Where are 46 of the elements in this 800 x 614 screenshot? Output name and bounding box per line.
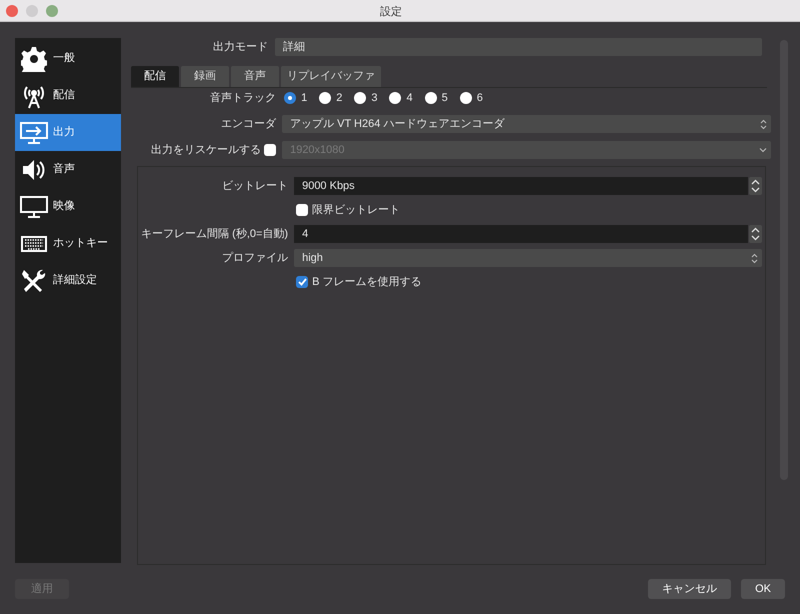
radio-button[interactable]: 3 [354,90,378,106]
encoder-select[interactable]: アップル VT H264 ハードウェアエンコーダ [282,115,772,133]
radio-button[interactable]: 5 [424,90,448,106]
sidebar-item[interactable]: 音声 [15,151,122,188]
sidebar-item[interactable]: 詳細設定 [15,262,122,299]
radio-button[interactable]: 1 [284,90,308,106]
updown-icon [751,252,758,264]
dialog-button[interactable]: OK [741,579,785,599]
checkbox[interactable]: 限界ビットレート [296,202,400,218]
updown-icon [760,118,768,130]
tab[interactable]: 配信 [131,66,180,87]
checkbox[interactable]: B フレームを使用する [296,274,422,290]
sidebar-item[interactable]: 映像 [15,188,122,225]
sidebar-item[interactable]: 一般 [15,40,122,77]
radio-button[interactable]: 4 [389,90,413,106]
stepper-icon [749,177,762,195]
checkmark-icon [298,278,307,286]
monitor-icon [20,194,48,218]
field-label: キーフレーム間隔 (秒,0=自動) [140,226,288,242]
chevron-down-icon [759,147,768,153]
sidebar-item[interactable]: ホットキー [15,225,122,262]
sidebar-item[interactable]: 出力 [15,114,122,151]
close-button[interactable] [6,4,18,16]
field-label: プロファイル [221,250,288,266]
field-label: ビットレート [221,178,288,194]
tools-icon [21,268,47,294]
field-label: エンコーダ [220,116,276,132]
gear-icon [21,46,47,72]
tab[interactable]: 録画 [181,66,230,87]
field-label: 出力をリスケールする [150,142,262,158]
keyboard-icon [21,234,47,254]
window-title: 設定 [380,4,402,20]
field-label: 音声トラック [209,90,276,106]
zoom-button[interactable] [46,4,58,16]
monitor-arrow-icon [20,120,48,144]
radio-button[interactable]: 6 [460,90,483,106]
profile-select[interactable]: high [294,249,762,267]
stepper-icon [749,225,762,243]
radio-button[interactable]: 2 [319,90,342,106]
minimize-button[interactable] [26,4,38,16]
field-label: 出力モード [212,40,268,55]
dialog-button[interactable]: キャンセル [648,579,732,599]
output-mode-select[interactable]: 詳細 [275,38,762,56]
sidebar-item[interactable]: 配信 [15,77,122,114]
tab[interactable]: 音声 [231,66,280,87]
tab[interactable]: リプレイバッファ [281,66,382,87]
